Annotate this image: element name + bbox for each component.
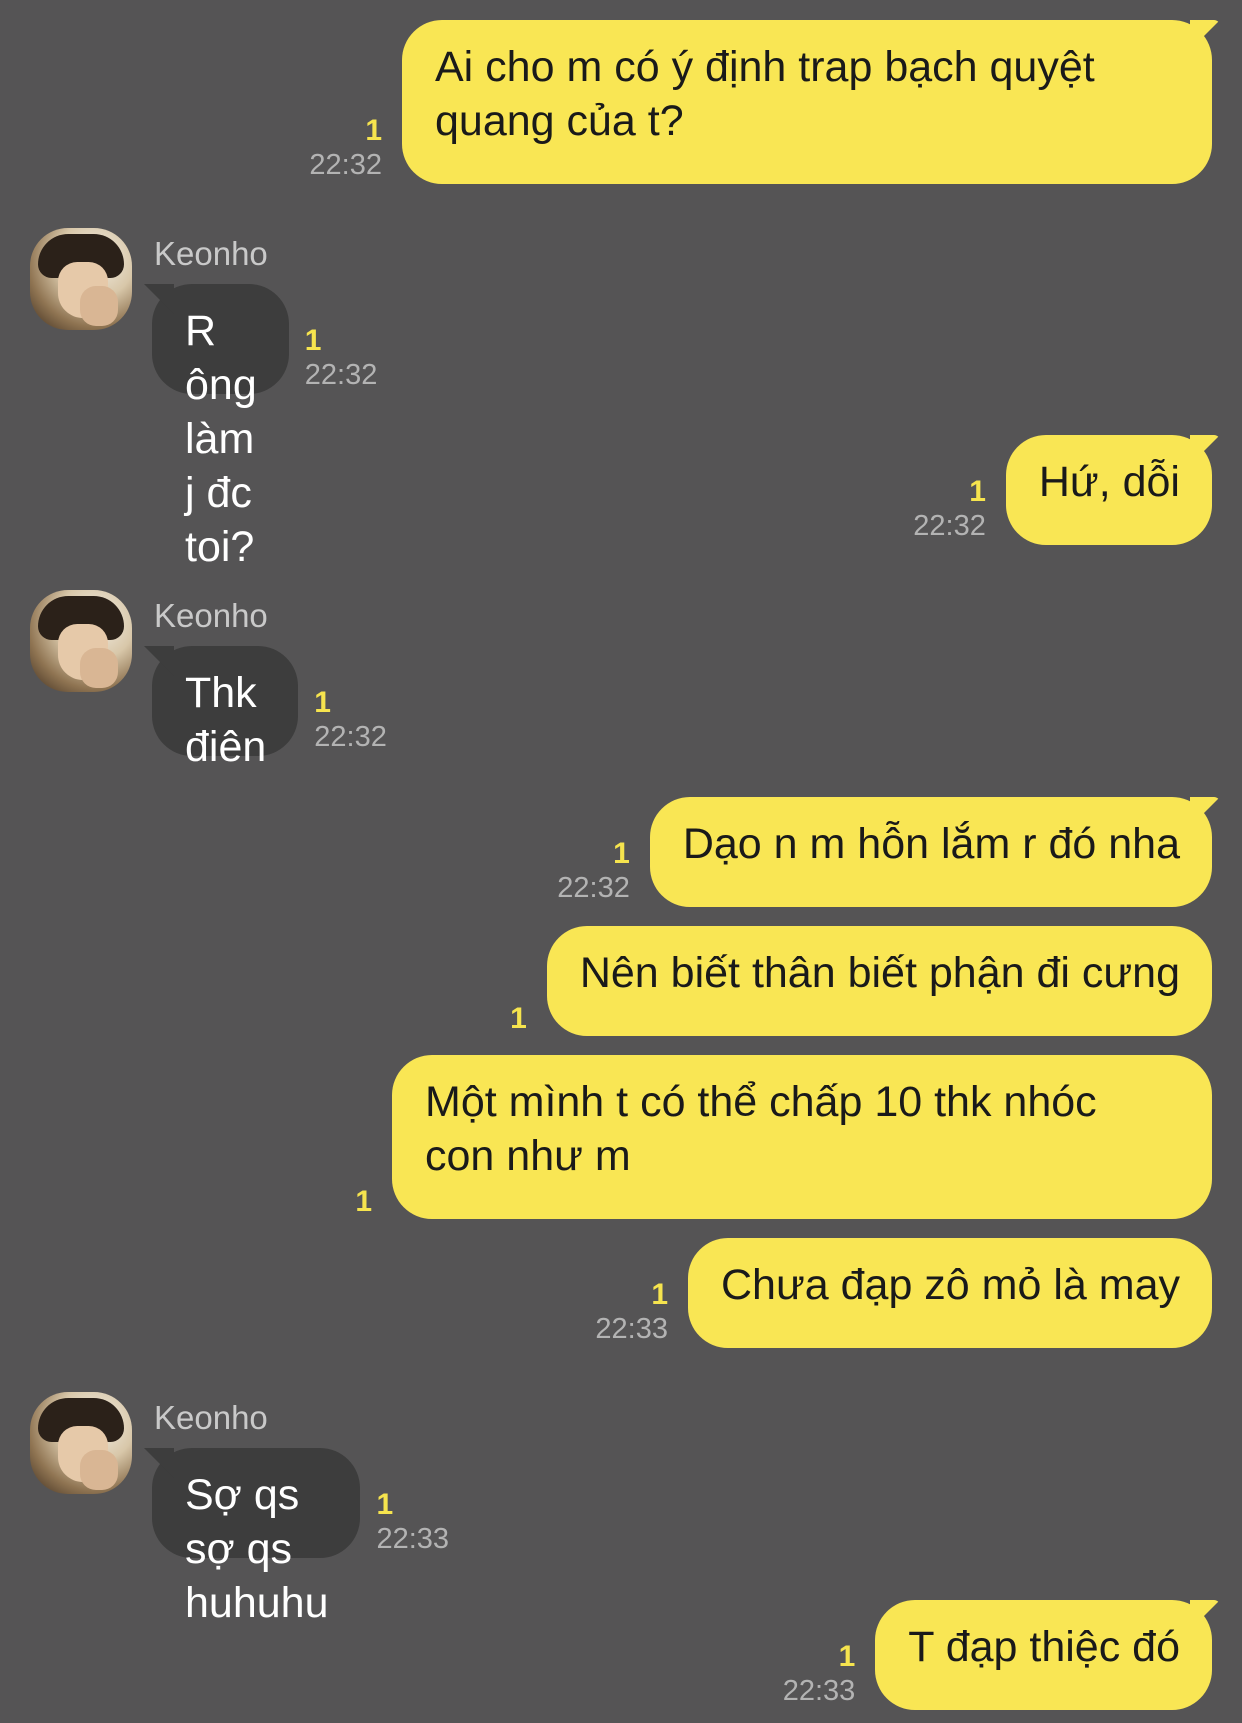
message-bubble[interactable]: Sợ qs sợ qs huhuhu	[152, 1448, 361, 1627]
sender-name: Keonho	[154, 235, 268, 272]
message-outgoing: 1 22:32 Dạo n m hỗn lắm r đó nha	[557, 797, 1212, 907]
message-meta: 1	[355, 1185, 372, 1219]
read-count: 1	[969, 475, 986, 508]
timestamp: 22:33	[376, 1523, 450, 1555]
read-count: 1	[314, 686, 331, 719]
message-bubble[interactable]: Một mình t có thể chấp 10 thk nhóc con n…	[392, 1055, 1212, 1219]
read-count: 1	[651, 1278, 668, 1311]
avatar[interactable]	[30, 228, 132, 330]
message-meta: 1 22:32	[309, 114, 382, 182]
message-meta: 1 22:33	[376, 1488, 449, 1556]
avatar[interactable]	[30, 1392, 132, 1494]
message-meta: 1 22:32	[305, 324, 378, 392]
read-count: 1	[355, 1185, 372, 1218]
timestamp: 22:32	[314, 721, 387, 753]
message-meta: 1	[510, 1002, 527, 1036]
sender-name: Keonho	[154, 597, 268, 634]
message-bubble[interactable]: Chưa đạp zô mỏ là may	[688, 1238, 1212, 1348]
read-count: 1	[304, 324, 322, 357]
avatar[interactable]	[30, 590, 132, 692]
read-count: 1	[613, 837, 630, 870]
message-meta: 1 22:32	[913, 475, 986, 543]
timestamp: 22:33	[595, 1313, 668, 1345]
message-outgoing: 1 22:32 Ai cho m có ý định trap bạch quy…	[309, 20, 1212, 184]
read-count: 1	[838, 1640, 856, 1673]
message-bubble[interactable]: Dạo n m hỗn lắm r đó nha	[649, 797, 1212, 907]
message-meta: 1 22:32	[557, 837, 630, 905]
message-bubble[interactable]: R ông làm j đc toi?	[152, 284, 289, 571]
message-meta: 1 22:32	[314, 686, 387, 754]
message-meta: 1 22:33	[783, 1640, 856, 1708]
timestamp: 22:32	[304, 359, 378, 391]
timestamp: 22:32	[557, 872, 630, 904]
read-count: 1	[510, 1002, 527, 1035]
timestamp: 22:32	[309, 149, 382, 181]
message-bubble[interactable]: Nên biết thân biết phận đi cưng	[546, 926, 1212, 1036]
sender-name: Keonho	[154, 1399, 268, 1436]
message-bubble[interactable]: Ai cho m có ý định trap bạch quyệt quang…	[402, 20, 1212, 184]
message-outgoing: 1 22:33 Chưa đạp zô mỏ là may	[595, 1238, 1212, 1348]
read-count: 1	[376, 1488, 394, 1521]
timestamp: 22:32	[913, 510, 986, 542]
message-bubble[interactable]: T đạp thiệc đó	[875, 1600, 1212, 1710]
message-outgoing: 1 22:32 Hứ, dỗi	[913, 435, 1212, 545]
read-count: 1	[365, 114, 382, 147]
message-bubble[interactable]: Hứ, dỗi	[1005, 435, 1212, 545]
message-outgoing: 1 22:33 T đạp thiệc đó	[783, 1600, 1212, 1710]
message-bubble[interactable]: Thk điên	[152, 646, 299, 771]
message-outgoing: 1 Nên biết thân biết phận đi cưng	[510, 926, 1212, 1036]
message-meta: 1 22:33	[595, 1278, 668, 1346]
message-outgoing: 1 Một mình t có thể chấp 10 thk nhóc con…	[355, 1055, 1212, 1219]
timestamp: 22:33	[782, 1675, 856, 1707]
chat-thread[interactable]: 1 22:32 Ai cho m có ý định trap bạch quy…	[0, 0, 1242, 1723]
